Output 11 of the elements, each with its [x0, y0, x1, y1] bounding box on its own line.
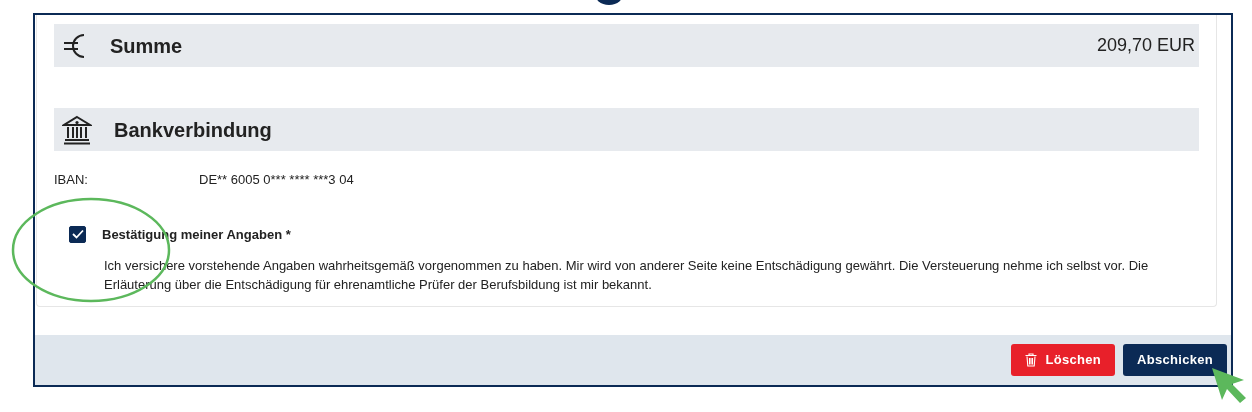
bank-icon	[62, 114, 92, 145]
checkbox[interactable]	[69, 225, 86, 243]
field-label: IBAN:	[54, 171, 89, 189]
field-value: DE** 6005 0*** **** ***3 04	[199, 171, 354, 189]
section-title: Bankverbindung	[114, 117, 272, 143]
cursor-icon	[1210, 366, 1248, 404]
section-title: Summe	[110, 33, 183, 59]
trash-icon	[1025, 353, 1038, 367]
delete-button[interactable]: Löschen	[1011, 344, 1115, 376]
total-amount: 209,70 EUR	[1096, 34, 1195, 57]
submit-button[interactable]: Abschicken	[1123, 344, 1227, 376]
